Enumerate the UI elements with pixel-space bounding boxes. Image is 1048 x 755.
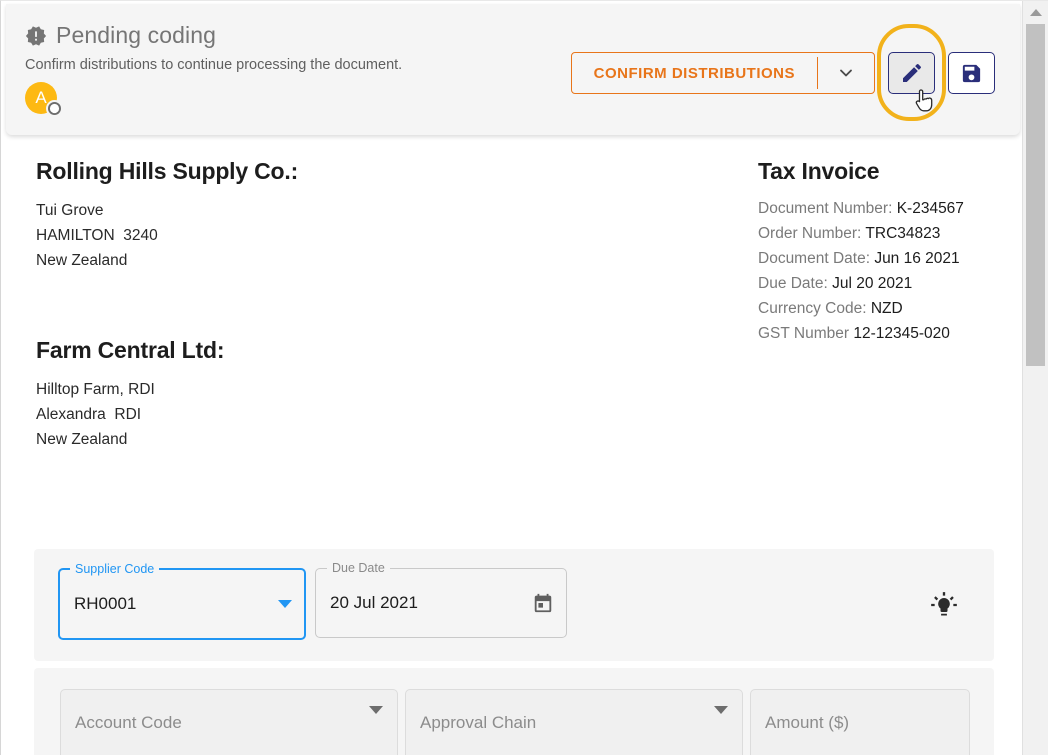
invoice-field-label: Currency Code: (758, 300, 867, 317)
customer-address-line: New Zealand (36, 431, 128, 448)
supplier-address-line: New Zealand (36, 252, 128, 269)
invoice-field: Currency Code: NZD (758, 296, 964, 321)
chevron-down-icon[interactable] (714, 705, 728, 732)
calendar-icon[interactable] (532, 592, 554, 614)
invoice-field-value: 12-12345-020 (853, 325, 950, 342)
scrollbar-thumb[interactable] (1026, 24, 1045, 366)
pointing-hand-cursor (914, 88, 938, 118)
confirm-distributions-split-button[interactable]: CONFIRM DISTRIBUTIONS (570, 52, 875, 94)
status-subtitle: Confirm distributions to continue proces… (25, 57, 403, 73)
chevron-down-icon[interactable] (369, 705, 383, 732)
document-parties: Rolling Hills Supply Co.: Tui Grove HAMI… (36, 158, 298, 452)
chevron-down-icon[interactable] (818, 53, 874, 93)
alert-badge-icon (25, 25, 47, 47)
invoice-field: Document Number: K-234567 (758, 196, 964, 221)
save-button[interactable] (948, 52, 995, 94)
status-card: Pending coding Confirm distributions to … (6, 4, 1020, 135)
floppy-disk-icon (962, 64, 981, 82)
vertical-scrollbar[interactable] (1022, 1, 1048, 755)
amount-placeholder: Amount ($) (765, 712, 850, 732)
invoice-field: Document Date: Jun 16 2021 (758, 246, 964, 271)
supplier-address-line: Tui Grove (36, 202, 104, 219)
invoice-field-label: Due Date: (758, 275, 828, 292)
supplier-block: Rolling Hills Supply Co.: Tui Grove HAMI… (36, 158, 298, 273)
coding-header-panel: Supplier Code RH0001 Due Date 20 Jul 202… (34, 549, 994, 661)
approval-chain-placeholder: Approval Chain (420, 712, 537, 732)
pencil-icon (902, 63, 921, 82)
invoice-field-label: Document Number: (758, 200, 893, 217)
lightbulb-icon[interactable] (930, 591, 958, 624)
customer-address-line: Hilltop Farm, RDI (36, 381, 155, 398)
status-title: Pending coding (56, 22, 216, 48)
customer-address-line: Alexandra RDI (36, 406, 142, 423)
due-date-label: Due Date (327, 561, 390, 575)
due-date-value: 20 Jul 2021 (330, 593, 418, 612)
invoice-field: GST Number 12-12345-020 (758, 321, 964, 346)
chevron-down-icon[interactable] (278, 600, 292, 608)
distribution-line-panel: Account Code Approval Chain Amount ($) (34, 668, 994, 755)
status-title-row: Pending coding (25, 22, 402, 49)
account-code-placeholder: Account Code (75, 712, 182, 732)
supplier-code-value: RH0001 (74, 594, 137, 613)
invoice-field-label: GST Number (758, 325, 850, 342)
invoice-field-value: TRC34823 (865, 225, 941, 242)
due-date-field[interactable]: Due Date 20 Jul 2021 (315, 561, 567, 638)
invoice-field-value: Jun 16 2021 (874, 250, 960, 267)
clock-icon (46, 100, 63, 117)
confirm-distributions-button[interactable]: CONFIRM DISTRIBUTIONS (572, 53, 817, 93)
invoice-details: Tax Invoice Document Number: K-234567 Or… (758, 158, 964, 346)
triangle-up-icon[interactable] (1023, 1, 1048, 23)
customer-name: Farm Central Ltd: (36, 337, 225, 363)
invoice-field: Due Date: Jul 20 2021 (758, 271, 964, 296)
invoice-field-value: NZD (870, 300, 903, 317)
supplier-code-field[interactable]: Supplier Code RH0001 (58, 562, 306, 640)
account-code-field[interactable]: Account Code (60, 689, 398, 755)
invoice-field-label: Order Number: (758, 225, 862, 242)
invoice-field-value: K-234567 (896, 200, 964, 217)
assignee-avatar-group: A (25, 82, 65, 117)
supplier-code-label: Supplier Code (70, 562, 160, 576)
approval-chain-field[interactable]: Approval Chain (405, 689, 743, 755)
supplier-name: Rolling Hills Supply Co.: (36, 158, 299, 184)
invoice-field-label: Document Date: (758, 250, 870, 267)
edit-button-wrapper (877, 24, 946, 121)
header-actions: CONFIRM DISTRIBUTIONS (570, 24, 995, 121)
supplier-address-line: HAMILTON 3240 (36, 227, 158, 244)
invoice-field-value: Jul 20 2021 (832, 275, 913, 292)
status-summary: Pending coding Confirm distributions to … (25, 22, 403, 117)
invoice-field: Order Number: TRC34823 (758, 221, 964, 246)
customer-block: Farm Central Ltd: Hilltop Farm, RDI Alex… (36, 337, 298, 452)
invoice-title: Tax Invoice (758, 158, 880, 184)
document-viewer-window: Pending coding Confirm distributions to … (0, 0, 1048, 755)
amount-field[interactable]: Amount ($) (750, 689, 970, 755)
